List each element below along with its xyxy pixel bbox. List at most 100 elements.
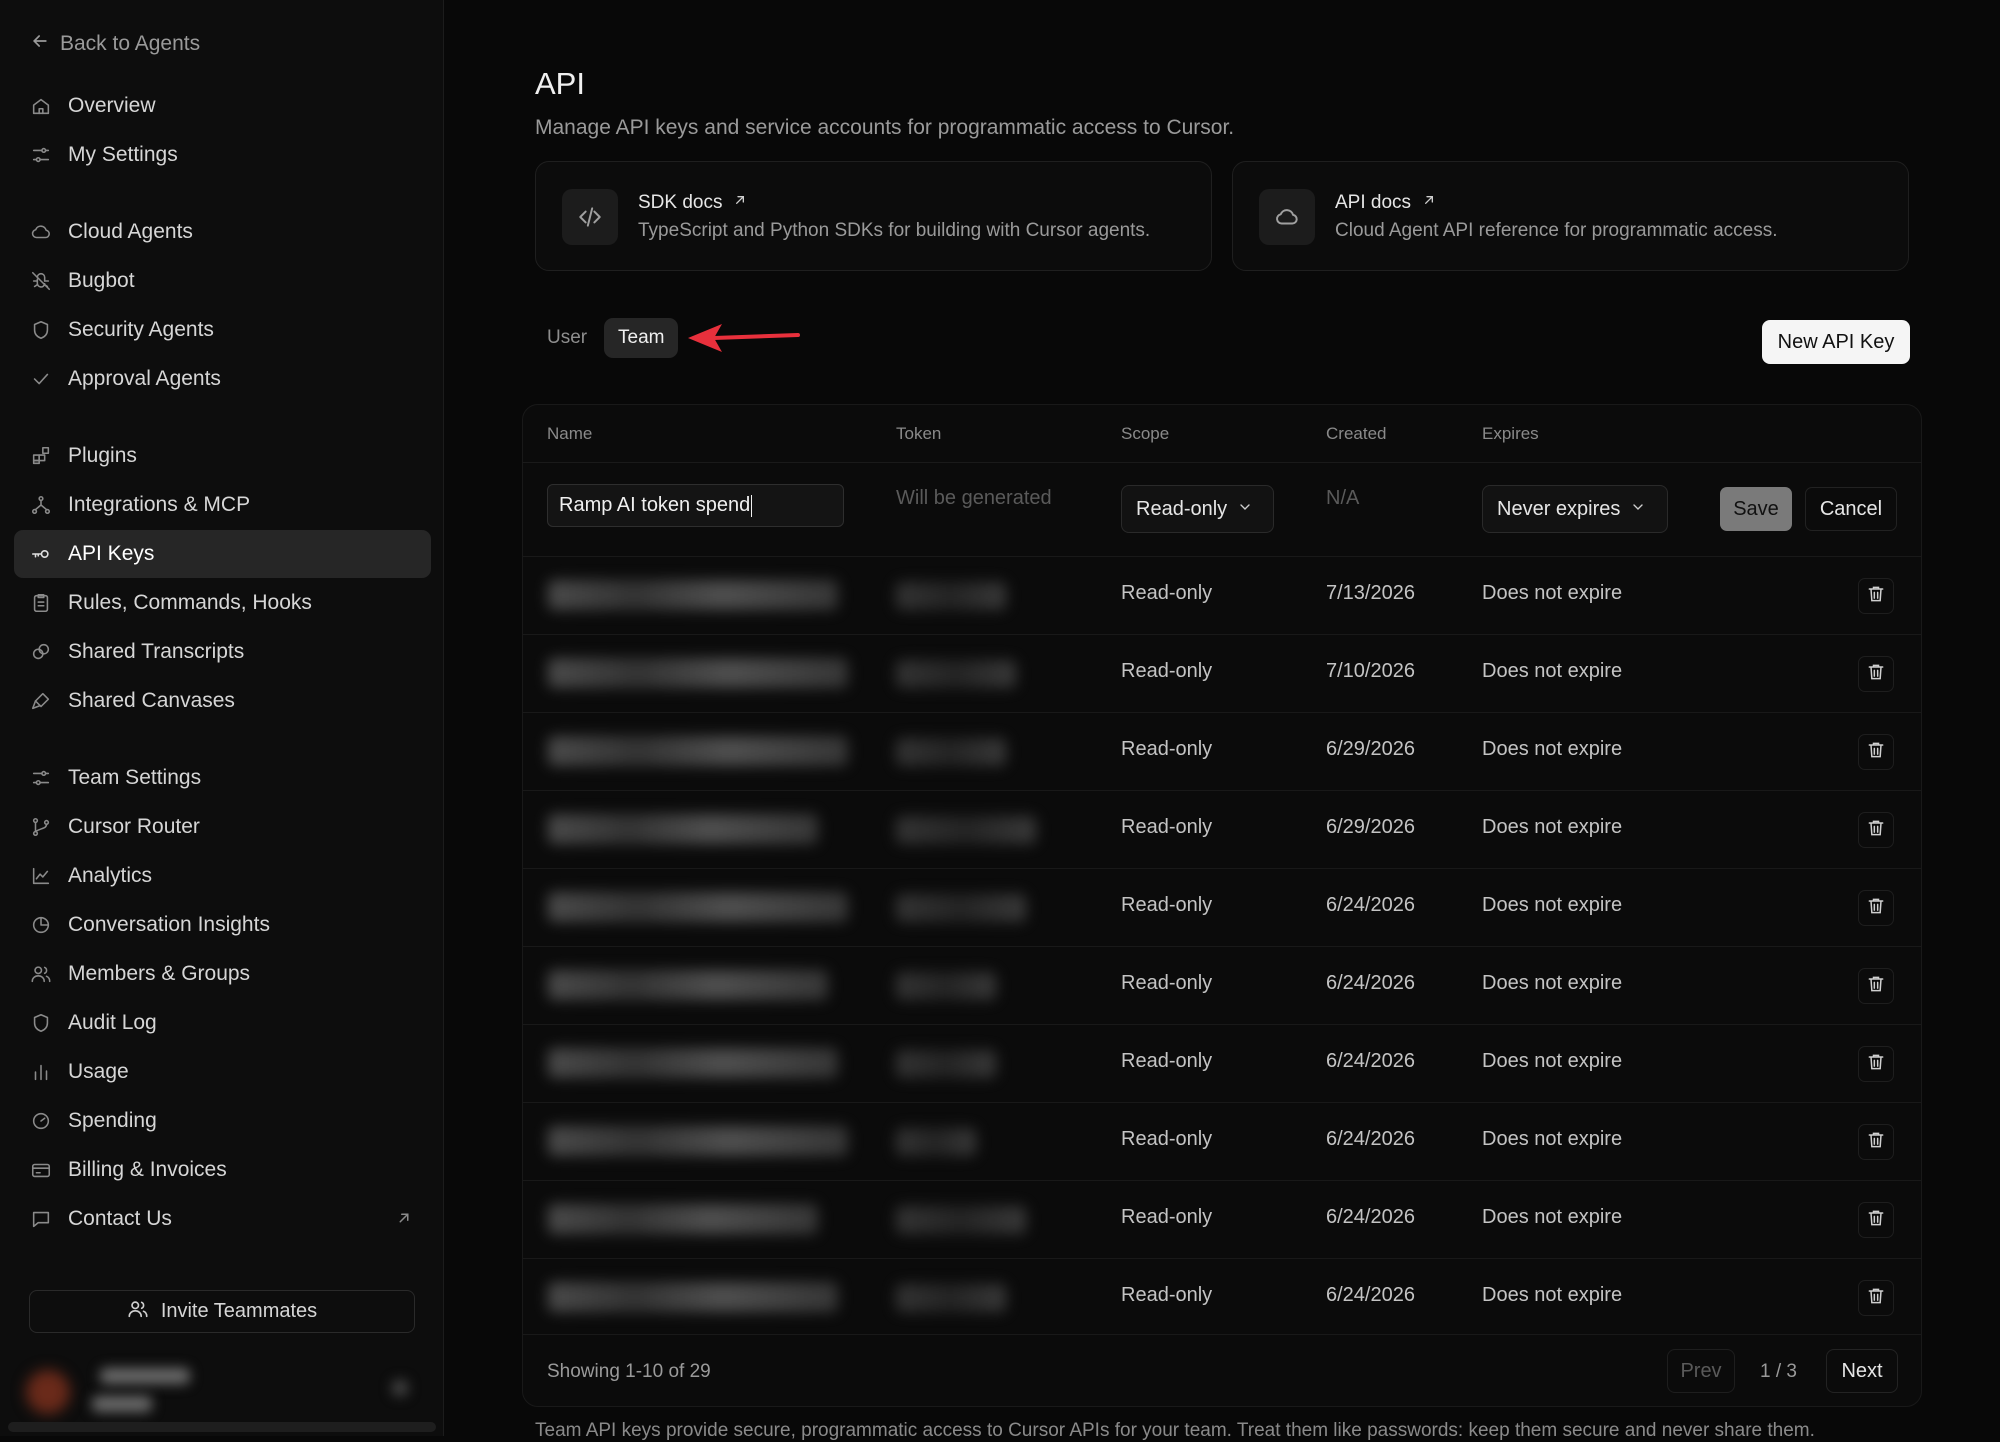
sdk-docs-card[interactable]: SDK docs TypeScript and Python SDKs for …: [535, 161, 1212, 271]
api-docs-description: Cloud Agent API reference for programmat…: [1335, 220, 1778, 241]
sliders-icon: [30, 144, 52, 166]
account-menu[interactable]: [22, 1352, 422, 1422]
scope-cell: Read-only: [1121, 1206, 1213, 1228]
redacted-token: [896, 1128, 976, 1156]
divider: [522, 462, 1922, 463]
expires-select[interactable]: Never expires: [1482, 485, 1668, 533]
delete-key-button[interactable]: [1858, 734, 1894, 770]
divider: [522, 634, 1922, 635]
sidebar-item-cursor-router[interactable]: Cursor Router: [14, 803, 431, 851]
sidebar-item-billing-invoices[interactable]: Billing & Invoices: [14, 1146, 431, 1194]
sidebar-item-spending[interactable]: Spending: [14, 1097, 431, 1145]
next-page-button[interactable]: Next: [1826, 1349, 1898, 1393]
sidebar-item-integrations-mcp[interactable]: Integrations & MCP: [14, 481, 431, 529]
branch-icon: [30, 816, 52, 838]
sidebar-item-bugbot[interactable]: Bugbot: [14, 257, 431, 305]
sidebar-item-label: Rules, Commands, Hooks: [68, 591, 312, 614]
scrollbar[interactable]: [8, 1422, 436, 1432]
created-cell: 6/24/2026: [1326, 1284, 1415, 1306]
delete-key-button[interactable]: [1858, 968, 1894, 1004]
sidebar-item-label: Overview: [68, 94, 156, 117]
cancel-button[interactable]: Cancel: [1805, 487, 1897, 531]
token-placeholder: Will be generated: [896, 487, 1052, 509]
created-cell: 7/10/2026: [1326, 660, 1415, 682]
divider: [522, 1024, 1922, 1025]
shield-icon: [30, 319, 52, 341]
redacted-token: [896, 1050, 996, 1078]
delete-key-button[interactable]: [1858, 1280, 1894, 1316]
sidebar-item-api-keys[interactable]: API Keys: [14, 530, 431, 578]
divider: [522, 946, 1922, 947]
created-cell: 6/24/2026: [1326, 1206, 1415, 1228]
table-row: Read-only 6/24/2026 Does not expire: [522, 1102, 1922, 1180]
sidebar-item-usage[interactable]: Usage: [14, 1048, 431, 1096]
toggle-user[interactable]: User: [547, 327, 587, 349]
bug-off-icon: [30, 270, 52, 292]
column-header-expires: Expires: [1482, 424, 1539, 443]
table-row: Read-only 6/24/2026 Does not expire: [522, 1258, 1922, 1336]
sidebar-item-label: Contact Us: [68, 1207, 172, 1230]
sidebar-item-overview[interactable]: Overview: [14, 82, 431, 130]
delete-key-button[interactable]: [1858, 890, 1894, 926]
new-api-key-button[interactable]: New API Key: [1762, 320, 1910, 364]
chevron-down-icon: [1237, 498, 1253, 521]
redacted-token: [896, 894, 1026, 922]
prev-page-button[interactable]: Prev: [1667, 1349, 1735, 1393]
scope-select[interactable]: Read-only: [1121, 485, 1274, 533]
redacted-token: [896, 816, 1036, 844]
api-docs-card[interactable]: API docs Cloud Agent API reference for p…: [1232, 161, 1909, 271]
sidebar-item-approval-agents[interactable]: Approval Agents: [14, 355, 431, 403]
delete-key-button[interactable]: [1858, 656, 1894, 692]
redacted-token: [896, 582, 1006, 610]
redacted-key-name: [548, 1126, 848, 1156]
delete-key-button[interactable]: [1858, 1202, 1894, 1238]
delete-key-button[interactable]: [1858, 812, 1894, 848]
sidebar-item-team-settings[interactable]: Team Settings: [14, 754, 431, 802]
divider: [522, 790, 1922, 791]
delete-key-button[interactable]: [1858, 1046, 1894, 1082]
delete-key-button[interactable]: [1858, 578, 1894, 614]
sidebar-item-members-groups[interactable]: Members & Groups: [14, 950, 431, 998]
page-subtitle: Manage API keys and service accounts for…: [535, 116, 1235, 139]
column-header-token: Token: [896, 424, 942, 443]
scope-cell: Read-only: [1121, 894, 1213, 916]
scope-cell: Read-only: [1121, 972, 1213, 994]
scope-cell: Read-only: [1121, 582, 1213, 604]
sidebar-item-audit-log[interactable]: Audit Log: [14, 999, 431, 1047]
sidebar-item-shared-transcripts[interactable]: Shared Transcripts: [14, 628, 431, 676]
sidebar-item-contact-us[interactable]: Contact Us: [14, 1195, 431, 1243]
sidebar-item-label: Security Agents: [68, 318, 214, 341]
sidebar-item-label: Audit Log: [68, 1011, 157, 1034]
delete-key-button[interactable]: [1858, 1124, 1894, 1160]
sidebar-item-shared-canvases[interactable]: Shared Canvases: [14, 677, 431, 725]
brush-icon: [30, 690, 52, 712]
redacted-key-name: [548, 814, 818, 844]
invite-teammates-button[interactable]: Invite Teammates: [29, 1290, 415, 1333]
key-name-input[interactable]: Ramp AI token spend: [547, 484, 844, 527]
sidebar-item-cloud-agents[interactable]: Cloud Agents: [14, 208, 431, 256]
page-indicator: 1 / 3: [1760, 1361, 1797, 1382]
redacted-key-name: [548, 736, 848, 766]
back-to-agents-link[interactable]: Back to Agents: [30, 30, 200, 58]
key-icon: [30, 543, 52, 565]
line-chart-icon: [30, 865, 52, 887]
scope-cell: Read-only: [1121, 816, 1213, 838]
sidebar-item-label: Bugbot: [68, 269, 135, 292]
toggle-team[interactable]: Team: [604, 318, 679, 358]
redacted-key-name: [548, 1282, 838, 1312]
scope-cell: Read-only: [1121, 738, 1213, 760]
sidebar-item-analytics[interactable]: Analytics: [14, 852, 431, 900]
sidebar-item-plugins[interactable]: Plugins: [14, 432, 431, 480]
sidebar-item-label: Conversation Insights: [68, 913, 270, 936]
save-button[interactable]: Save: [1720, 487, 1792, 531]
trash-icon: [1866, 1052, 1886, 1077]
created-cell: 6/29/2026: [1326, 738, 1415, 760]
sidebar-item-rules-commands-hooks[interactable]: Rules, Commands, Hooks: [14, 579, 431, 627]
shield-icon: [30, 1012, 52, 1034]
sidebar-item-security-agents[interactable]: Security Agents: [14, 306, 431, 354]
card-icon: [30, 1159, 52, 1181]
sidebar-item-my-settings[interactable]: My Settings: [14, 131, 431, 179]
sidebar-item-conversation-insights[interactable]: Conversation Insights: [14, 901, 431, 949]
column-header-name: Name: [547, 424, 593, 443]
key-name-value: Ramp AI token spend: [559, 494, 751, 516]
